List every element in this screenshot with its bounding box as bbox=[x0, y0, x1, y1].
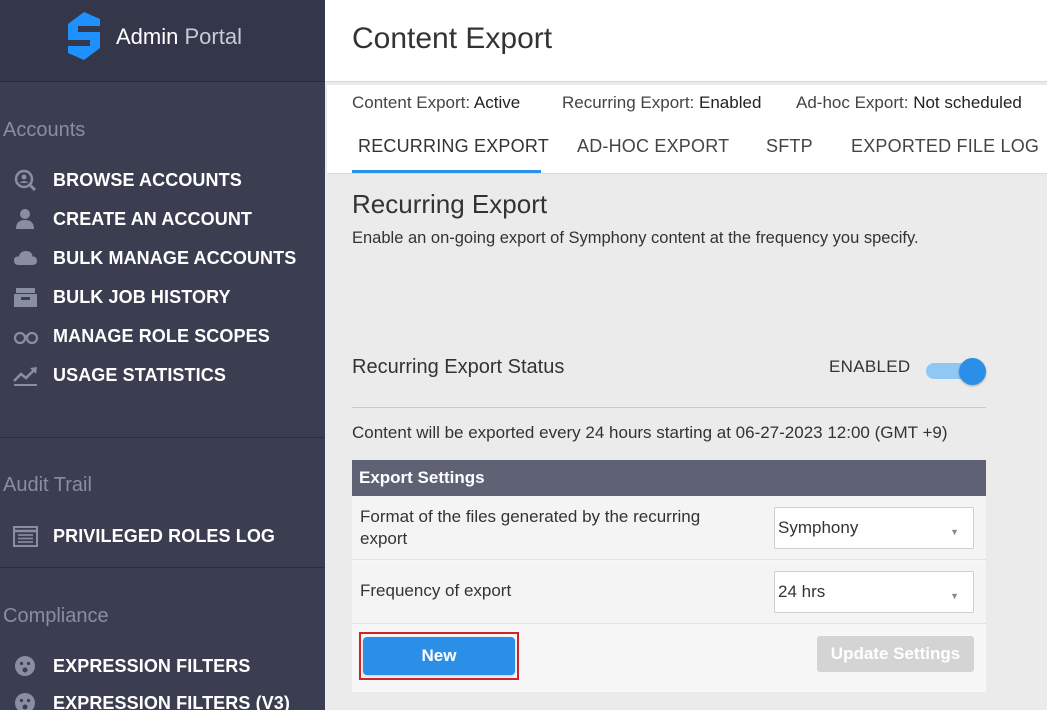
status-content-export: Content Export: Active bbox=[352, 93, 520, 113]
status-adhoc-export: Ad-hoc Export: Not scheduled bbox=[796, 93, 1022, 113]
archive-icon bbox=[14, 288, 37, 307]
filter-face-icon bbox=[15, 693, 35, 710]
sidebar-item-usage-statistics[interactable]: USAGE STATISTICS bbox=[0, 358, 325, 392]
tab-bar: RECURRING EXPORT AD-HOC EXPORT SFTP EXPO… bbox=[327, 125, 1047, 174]
sidebar-item-label: MANAGE ROLE SCOPES bbox=[53, 326, 270, 346]
recurring-status-label: Recurring Export Status bbox=[352, 356, 565, 378]
status-value: Active bbox=[473, 93, 521, 112]
enabled-label: ENABLED bbox=[829, 357, 911, 376]
user-icon bbox=[16, 209, 34, 229]
format-row: Format of the files generated by the rec… bbox=[352, 496, 986, 560]
sidebar-item-expression-filters-v3[interactable]: EXPRESSION FILTERS (V3) bbox=[0, 686, 325, 710]
export-settings-panel: Export Settings Format of the files gene… bbox=[352, 460, 986, 692]
panel-header: Export Settings bbox=[352, 460, 986, 496]
sidebar-item-manage-role-scopes[interactable]: MANAGE ROLE SCOPES bbox=[0, 319, 325, 353]
schedule-text: Content will be exported every 24 hours … bbox=[352, 423, 948, 442]
section-heading: Recurring Export bbox=[352, 189, 548, 219]
status-key: Recurring Export: bbox=[562, 93, 695, 112]
search-user-icon bbox=[14, 169, 37, 191]
section-accounts: Accounts bbox=[3, 119, 86, 141]
section-audit-trail: Audit Trail bbox=[3, 474, 92, 496]
trend-chart-icon bbox=[13, 367, 37, 386]
status-value: Enabled bbox=[699, 93, 762, 112]
recurring-export-toggle[interactable] bbox=[926, 358, 986, 385]
sidebar-item-label: EXPRESSION FILTERS (V3) bbox=[53, 693, 291, 710]
brand-suffix: Portal bbox=[184, 24, 242, 49]
binoculars-icon bbox=[13, 331, 39, 345]
sidebar-item-label: BROWSE ACCOUNTS bbox=[53, 170, 242, 190]
frequency-label: Frequency of export bbox=[360, 581, 512, 600]
status-key: Content Export: bbox=[352, 93, 471, 112]
update-settings-button[interactable]: Update Settings bbox=[817, 636, 974, 672]
format-value: Symphony bbox=[778, 518, 859, 537]
shield-logo-icon bbox=[68, 12, 100, 60]
export-status-bar: Content Export: Active Recurring Export:… bbox=[327, 85, 1047, 125]
caret-down-icon: ▼ bbox=[950, 527, 959, 537]
frequency-row: Frequency of export 24 hrs ▼ bbox=[352, 561, 986, 624]
sidebar-item-label: BULK JOB HISTORY bbox=[53, 287, 231, 307]
sidebar-item-label: BULK MANAGE ACCOUNTS bbox=[53, 248, 297, 268]
status-value: Not scheduled bbox=[913, 93, 1022, 112]
sidebar-item-browse-accounts[interactable]: BROWSE ACCOUNTS bbox=[0, 163, 325, 197]
sidebar-item-expression-filters[interactable]: EXPRESSION FILTERS bbox=[0, 649, 325, 683]
calendar-list-icon bbox=[13, 526, 38, 547]
sidebar-item-label: EXPRESSION FILTERS bbox=[53, 656, 251, 676]
tab-sftp[interactable]: SFTP bbox=[766, 136, 813, 157]
sidebar-item-bulk-job-history[interactable]: BULK JOB HISTORY bbox=[0, 280, 325, 314]
cloud-icon bbox=[14, 251, 37, 265]
sidebar-item-privileged-roles-log[interactable]: PRIVILEGED ROLES LOG bbox=[0, 519, 325, 553]
toggle-knob bbox=[959, 358, 986, 385]
page-header: Content Export bbox=[325, 0, 1047, 82]
sidebar-item-label: USAGE STATISTICS bbox=[53, 365, 226, 385]
sidebar: Admin Portal Accounts BROWSE ACCOUNTS CR… bbox=[0, 0, 325, 710]
new-button[interactable]: New bbox=[363, 637, 515, 675]
sidebar-divider bbox=[0, 437, 325, 438]
brand-bar: Admin Portal bbox=[0, 0, 325, 82]
status-key: Ad-hoc Export: bbox=[796, 93, 909, 112]
section-compliance: Compliance bbox=[3, 605, 109, 627]
active-tab-indicator bbox=[352, 170, 541, 173]
panel-title: Export Settings bbox=[359, 468, 485, 487]
brand-name: Admin bbox=[116, 24, 179, 49]
frequency-select[interactable]: 24 hrs ▼ bbox=[774, 571, 974, 613]
sidebar-item-create-account[interactable]: CREATE AN ACCOUNT bbox=[0, 202, 325, 236]
brand-title[interactable]: Admin Portal bbox=[116, 24, 242, 50]
sidebar-divider bbox=[0, 567, 325, 568]
format-label: Format of the files generated by the rec… bbox=[360, 507, 701, 548]
format-select[interactable]: Symphony ▼ bbox=[774, 507, 974, 549]
tab-exported-file-log[interactable]: EXPORTED FILE LOG bbox=[851, 136, 1039, 157]
main-content: Content Export Content Export: Active Re… bbox=[325, 0, 1047, 710]
tab-adhoc-export[interactable]: AD-HOC EXPORT bbox=[577, 136, 729, 157]
tab-recurring-export[interactable]: RECURRING EXPORT bbox=[358, 136, 549, 157]
sidebar-item-label: CREATE AN ACCOUNT bbox=[53, 209, 253, 229]
page-title: Content Export bbox=[352, 22, 553, 55]
status-recurring-export: Recurring Export: Enabled bbox=[562, 93, 761, 113]
sidebar-item-bulk-manage-accounts[interactable]: BULK MANAGE ACCOUNTS bbox=[0, 241, 325, 275]
filter-face-icon bbox=[15, 656, 35, 676]
sidebar-item-label: PRIVILEGED ROLES LOG bbox=[53, 526, 276, 546]
divider bbox=[352, 407, 986, 408]
frequency-value: 24 hrs bbox=[778, 582, 826, 601]
section-description: Enable an on-going export of Symphony co… bbox=[352, 229, 919, 247]
caret-down-icon: ▼ bbox=[950, 591, 959, 601]
